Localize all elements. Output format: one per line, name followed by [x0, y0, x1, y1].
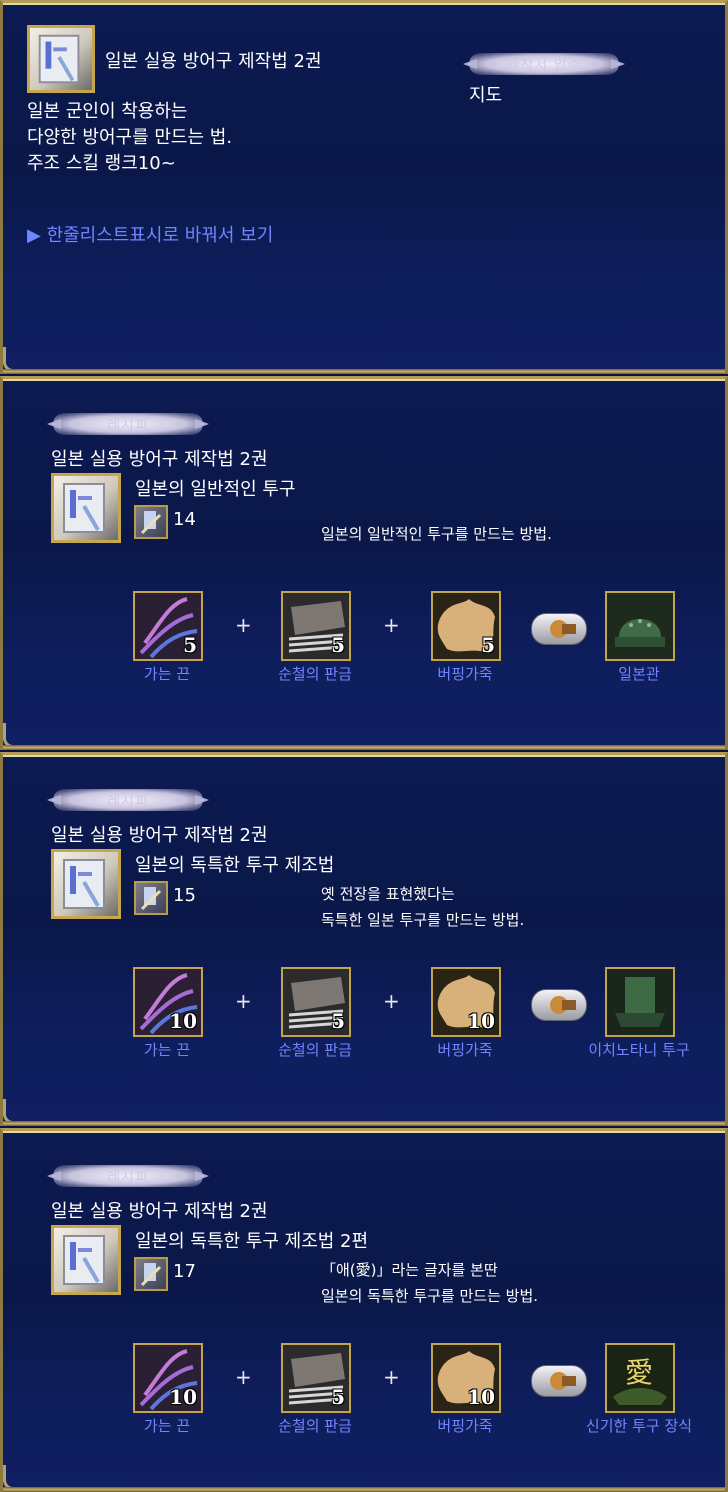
plus-sign: +: [383, 1365, 400, 1389]
ingredient-slot[interactable]: 10: [431, 967, 501, 1037]
ingredient-qty: 5: [331, 1009, 345, 1033]
recipe-desc-line: 일본의 일반적인 투구를 만드는 방법.: [321, 525, 552, 543]
ingredient-qty: 5: [183, 633, 197, 657]
ingredient-name-link[interactable]: 가는 끈: [102, 663, 232, 684]
recipe-name: 일본의 일반적인 투구: [135, 479, 296, 500]
frame-corner-ornament: [3, 723, 34, 748]
recipe-panel: 레시피일본 실용 방어구 제작법 2권일본의 독특한 투구 제조법 15 옛 전장을…: [0, 752, 728, 1126]
book-desc-line-2: 다양한 방어구를 만드는 법.: [27, 127, 233, 148]
ingredient-slot[interactable]: 10: [133, 967, 203, 1037]
result-glyph: 愛: [625, 1356, 654, 1389]
book-name: 일본 실용 방어구 제작법 2권: [105, 51, 322, 72]
ingredient-slot[interactable]: 10: [133, 1343, 203, 1413]
ingredient-qty: 10: [169, 1009, 197, 1033]
recipe-desc-line: 옛 전장을 표현했다는: [321, 885, 455, 903]
ingredient-name-link[interactable]: 버핑가죽: [400, 663, 530, 684]
ingredient-slot[interactable]: 5: [281, 591, 351, 661]
recipe-book-icon: [51, 849, 121, 919]
ingredient-name-link[interactable]: 순철의 판금: [250, 1039, 380, 1060]
recipe-banner: 레시피: [53, 789, 203, 811]
ingredient-qty: 5: [331, 1385, 345, 1409]
ingredient-slot[interactable]: 5: [281, 1343, 351, 1413]
ingredient-slot[interactable]: 10: [431, 1343, 501, 1413]
acquire-location: 지도: [469, 85, 503, 106]
recipe-book-icon: [51, 473, 121, 543]
result-item-slot[interactable]: [605, 591, 675, 661]
acquire-banner: 제작서 입수: [469, 53, 619, 75]
recipe-panel: 레시피일본 실용 방어구 제작법 2권일본의 일반적인 투구 14 일본의 일반적인…: [0, 376, 728, 750]
skill-rank: 14: [173, 509, 196, 530]
casting-skill-icon: [134, 505, 168, 539]
result-item-name-link[interactable]: 이치노타니 투구: [574, 1039, 704, 1060]
ingredient-name-link[interactable]: 순철의 판금: [250, 1415, 380, 1436]
casting-skill-icon: [134, 881, 168, 915]
frame-corner-ornament: [3, 1465, 34, 1490]
recipe-desc-line: 독특한 일본 투구를 만드는 방법.: [321, 911, 525, 929]
book-info-panel: 일본 실용 방어구 제작법 2권 일본 군인이 착용하는 다양한 방어구를 만드…: [0, 0, 728, 374]
recipe-panel: 레시피일본 실용 방어구 제작법 2권일본의 독특한 투구 제조법 2편 17 「애…: [0, 1128, 728, 1492]
result-item-slot[interactable]: 愛: [605, 1343, 675, 1413]
recipe-book-name: 일본 실용 방어구 제작법 2권: [51, 449, 268, 470]
plus-sign: +: [383, 989, 400, 1013]
recipe-banner-label: 레시피: [107, 418, 149, 434]
recipe-desc-line: 「애(愛)」라는 글자를 본딴: [321, 1261, 498, 1279]
skill-rank: 17: [173, 1261, 196, 1282]
ingredient-name-link[interactable]: 버핑가죽: [400, 1415, 530, 1436]
plus-sign: +: [383, 613, 400, 637]
recipe-banner: 레시피: [53, 413, 203, 435]
ingredient-qty: 10: [467, 1009, 495, 1033]
view-toggle-link[interactable]: ▶ 한줄리스트표시로 바꿔서 보기: [27, 221, 273, 247]
casting-skill-icon: [134, 1257, 168, 1291]
recipe-name: 일본의 독특한 투구 제조법: [135, 855, 335, 876]
craft-arrow-icon: [531, 1365, 587, 1397]
plus-sign: +: [235, 989, 252, 1013]
frame-corner-ornament: [3, 1099, 34, 1124]
ingredient-name-link[interactable]: 버핑가죽: [400, 1039, 530, 1060]
ingredient-name-link[interactable]: 가는 끈: [102, 1039, 232, 1060]
plus-sign: +: [235, 613, 252, 637]
ingredient-slot[interactable]: 5: [281, 967, 351, 1037]
recipe-banner-label: 레시피: [107, 794, 149, 810]
ingredient-slot[interactable]: 5: [133, 591, 203, 661]
recipe-book-name: 일본 실용 방어구 제작법 2권: [51, 1201, 268, 1222]
recipe-desc-line: 일본의 독특한 투구를 만드는 방법.: [321, 1287, 539, 1305]
ingredient-qty: 10: [467, 1385, 495, 1409]
result-item-name-link[interactable]: 신기한 투구 장식: [574, 1415, 704, 1436]
recipe-book-icon: [27, 25, 95, 93]
craft-arrow-icon: [531, 989, 587, 1021]
recipe-book-name: 일본 실용 방어구 제작법 2권: [51, 825, 268, 846]
result-item-name-link[interactable]: 일본관: [574, 663, 704, 684]
result-item-slot[interactable]: [605, 967, 675, 1037]
ingredient-qty: 5: [331, 633, 345, 657]
book-desc-line-1: 일본 군인이 착용하는: [27, 101, 188, 122]
craft-arrow-icon: [531, 613, 587, 645]
skill-rank: 15: [173, 885, 196, 906]
ingredient-qty: 5: [481, 633, 495, 657]
frame-corner-ornament: [3, 347, 34, 372]
recipe-name: 일본의 독특한 투구 제조법 2편: [135, 1231, 369, 1252]
recipe-banner: 레시피: [53, 1165, 203, 1187]
book-desc-line-3: 주조 스킬 랭크10~: [27, 153, 176, 174]
ingredient-name-link[interactable]: 순철의 판금: [250, 663, 380, 684]
ingredient-qty: 10: [169, 1385, 197, 1409]
recipe-banner-label: 레시피: [107, 1170, 149, 1186]
ingredient-name-link[interactable]: 가는 끈: [102, 1415, 232, 1436]
recipe-book-icon: [51, 1225, 121, 1295]
acquire-banner-label: 제작서 입수: [506, 58, 582, 74]
ingredient-slot[interactable]: 5: [431, 591, 501, 661]
plus-sign: +: [235, 1365, 252, 1389]
